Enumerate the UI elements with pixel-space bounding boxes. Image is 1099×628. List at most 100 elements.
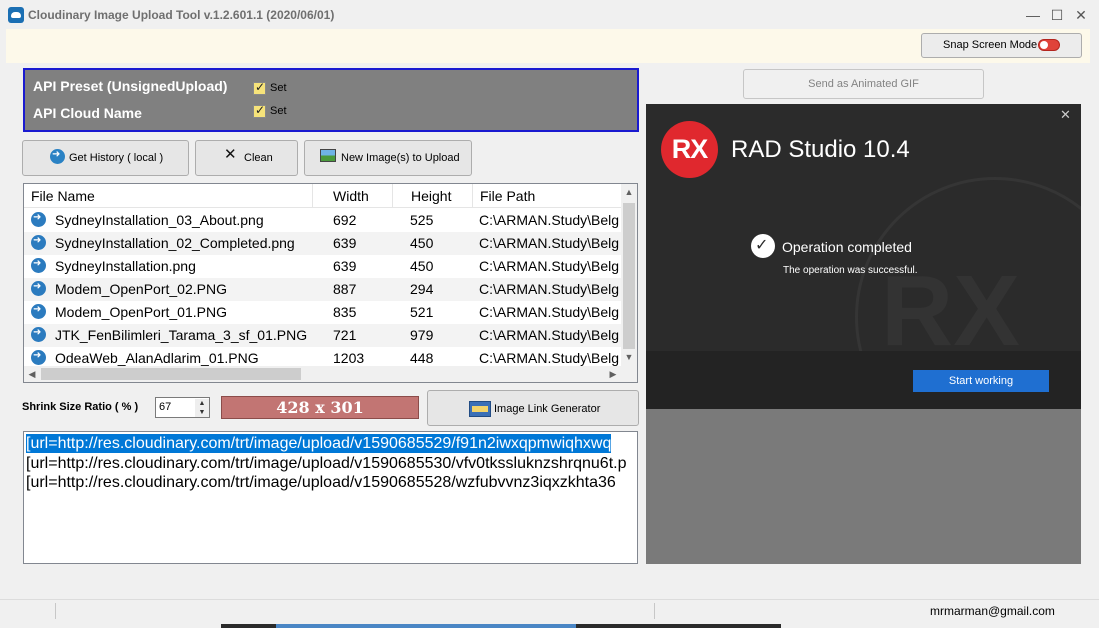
width-cell: 639 xyxy=(333,258,357,274)
table-row[interactable]: SydneyInstallation.png 639 450 C:\ARMAN.Stu… xyxy=(24,255,621,278)
file-name-cell: Modem_OpenPort_01.PNG xyxy=(55,304,227,320)
status-bar: mrmarman@gmail.com xyxy=(0,599,1099,621)
send-animated-gif-button[interactable]: Send as Animated GIF xyxy=(743,69,984,99)
scroll-down-arrow-icon[interactable]: ▼ xyxy=(621,349,637,365)
rad-studio-title: RAD Studio 10.4 xyxy=(731,136,910,163)
link-line-1[interactable]: [url=http://res.cloudinary.com/trt/image… xyxy=(26,434,612,453)
width-cell: 721 xyxy=(333,327,357,343)
scroll-up-arrow-icon[interactable]: ▲ xyxy=(621,184,637,200)
api-settings-panel: API Preset (UnsignedUpload) Set API Clou… xyxy=(23,68,639,132)
scroll-right-arrow-icon[interactable]: ▶ xyxy=(605,366,621,382)
start-working-button[interactable]: Start working xyxy=(913,370,1049,392)
column-header-width[interactable]: Width xyxy=(313,184,393,208)
file-path-cell: C:\ARMAN.Study\Belg xyxy=(479,258,620,274)
status-divider xyxy=(55,603,56,619)
table-row[interactable]: JTK_FenBilimleri_Tarama_3_sf_01.PNG 721 97… xyxy=(24,324,621,347)
file-path-cell: C:\ARMAN.Study\Belg xyxy=(479,235,620,251)
file-arrow-icon xyxy=(31,235,46,250)
api-cloud-set-label: Set xyxy=(270,105,287,117)
checkmark-icon xyxy=(751,234,775,258)
file-path-cell: C:\ARMAN.Study\Belg xyxy=(479,212,620,228)
window-title: Cloudinary Image Upload Tool v.1.2.601.1… xyxy=(28,8,335,22)
horizontal-scroll-thumb[interactable] xyxy=(41,368,301,380)
generated-links-textarea[interactable]: [url=http://res.cloudinary.com/trt/image… xyxy=(23,431,638,564)
vertical-scrollbar[interactable]: ▲ ▼ xyxy=(621,184,637,366)
scroll-left-arrow-icon[interactable]: ◀ xyxy=(24,366,40,382)
file-arrow-icon xyxy=(31,281,46,296)
spin-down-icon[interactable]: ▼ xyxy=(195,408,209,417)
file-path-cell: C:\ARMAN.Study\Belg xyxy=(479,281,620,297)
link-line-2[interactable]: [url=http://res.cloudinary.com/trt/image… xyxy=(26,454,626,473)
table-row[interactable]: Modem_OpenPort_02.PNG 887 294 C:\ARMAN.Stud… xyxy=(24,278,621,301)
arrow-circle-icon xyxy=(50,149,65,164)
api-preset-checkbox[interactable] xyxy=(253,80,266,95)
taskbar-fragment-highlight xyxy=(276,624,576,628)
minimize-button[interactable]: — xyxy=(1023,5,1043,25)
table-row[interactable]: Modem_OpenPort_01.PNG 835 521 C:\ARMAN.Stud… xyxy=(24,301,621,324)
column-header-height[interactable]: Height xyxy=(393,184,473,208)
screen-preview: RX ✕ RX RAD Studio 10.4 Operation comple… xyxy=(646,104,1081,564)
result-size-display: 428 x 301 xyxy=(221,396,419,419)
width-cell: 835 xyxy=(333,304,357,320)
status-divider xyxy=(654,603,655,619)
column-header-file-name[interactable]: File Name xyxy=(24,184,313,208)
horizontal-scrollbar[interactable]: ◀ ▶ xyxy=(24,366,637,382)
file-arrow-icon xyxy=(31,304,46,319)
snap-screen-mode-button[interactable]: Snap Screen Mode xyxy=(921,33,1082,58)
api-preset-set-label: Set xyxy=(270,82,287,94)
file-list[interactable]: File Name Width Height File Path SydneyI… xyxy=(23,183,638,383)
image-link-generator-button[interactable]: Image Link Generator xyxy=(427,390,639,426)
rad-close-icon[interactable]: ✕ xyxy=(1060,107,1071,123)
operation-subtitle: The operation was successful. xyxy=(783,265,918,276)
file-path-cell: C:\ARMAN.Study\Belg xyxy=(479,327,620,343)
file-name-cell: JTK_FenBilimleri_Tarama_3_sf_01.PNG xyxy=(55,327,308,343)
get-history-label: Get History ( local ) xyxy=(69,152,164,164)
new-images-label: New Image(s) to Upload xyxy=(341,152,460,164)
file-name-cell: OdeaWeb_AlanAdlarim_01.PNG xyxy=(55,350,259,366)
file-list-header: File Name Width Height File Path xyxy=(24,184,621,208)
width-cell: 887 xyxy=(333,281,357,297)
api-cloud-name-label: API Cloud Name xyxy=(33,105,142,121)
api-cloud-name-checkbox[interactable] xyxy=(253,103,266,118)
file-arrow-icon xyxy=(31,258,46,273)
width-cell: 639 xyxy=(333,235,357,251)
height-cell: 979 xyxy=(410,327,434,343)
send-animated-gif-label: Send as Animated GIF xyxy=(808,78,919,90)
get-history-button[interactable]: Get History ( local ) xyxy=(22,140,189,176)
image-link-generator-label: Image Link Generator xyxy=(494,403,601,415)
rx-logo: RX xyxy=(661,121,718,178)
file-arrow-icon xyxy=(31,327,46,342)
link-line-3[interactable]: [url=http://res.cloudinary.com/trt/image… xyxy=(26,473,616,492)
width-cell: 692 xyxy=(333,212,357,228)
column-header-file-path[interactable]: File Path xyxy=(473,184,621,208)
height-cell: 450 xyxy=(410,235,434,251)
operation-title: Operation completed xyxy=(782,239,912,255)
image-icon xyxy=(320,149,336,162)
table-row[interactable]: SydneyInstallation_03_About.png 692 525 C:\… xyxy=(24,209,621,232)
snap-screen-mode-label: Snap Screen Mode xyxy=(943,39,1038,51)
table-row[interactable]: SydneyInstallation_02_Completed.png 639 45… xyxy=(24,232,621,255)
status-email: mrmarman@gmail.com xyxy=(930,604,1055,618)
vertical-scroll-thumb[interactable] xyxy=(623,203,635,353)
title-bar: Cloudinary Image Upload Tool v.1.2.601.1… xyxy=(0,0,1099,29)
clean-button[interactable]: ✕ Clean xyxy=(195,140,298,176)
spin-up-icon[interactable]: ▲ xyxy=(195,399,209,408)
height-cell: 448 xyxy=(410,350,434,366)
file-path-cell: C:\ARMAN.Study\Belg xyxy=(479,304,620,320)
height-cell: 450 xyxy=(410,258,434,274)
maximize-button[interactable]: ☐ xyxy=(1047,5,1067,25)
height-cell: 294 xyxy=(410,281,434,297)
file-arrow-icon xyxy=(31,212,46,227)
file-name-cell: SydneyInstallation_02_Completed.png xyxy=(55,235,295,251)
close-button[interactable]: ✕ xyxy=(1071,5,1091,25)
shrink-ratio-label: Shrink Size Ratio ( % ) xyxy=(22,401,139,413)
shrink-ratio-input[interactable]: 67 ▲ ▼ xyxy=(155,397,210,418)
close-x-icon: ✕ xyxy=(224,146,237,163)
api-preset-label: API Preset (UnsignedUpload) xyxy=(33,78,228,94)
snap-toggle-switch[interactable] xyxy=(1038,39,1060,51)
width-cell: 1203 xyxy=(333,350,365,366)
file-arrow-icon xyxy=(31,350,46,365)
shrink-ratio-value: 67 xyxy=(159,401,172,413)
rad-studio-dialog: RX ✕ RX RAD Studio 10.4 Operation comple… xyxy=(646,104,1081,409)
new-images-upload-button[interactable]: New Image(s) to Upload xyxy=(304,140,472,176)
